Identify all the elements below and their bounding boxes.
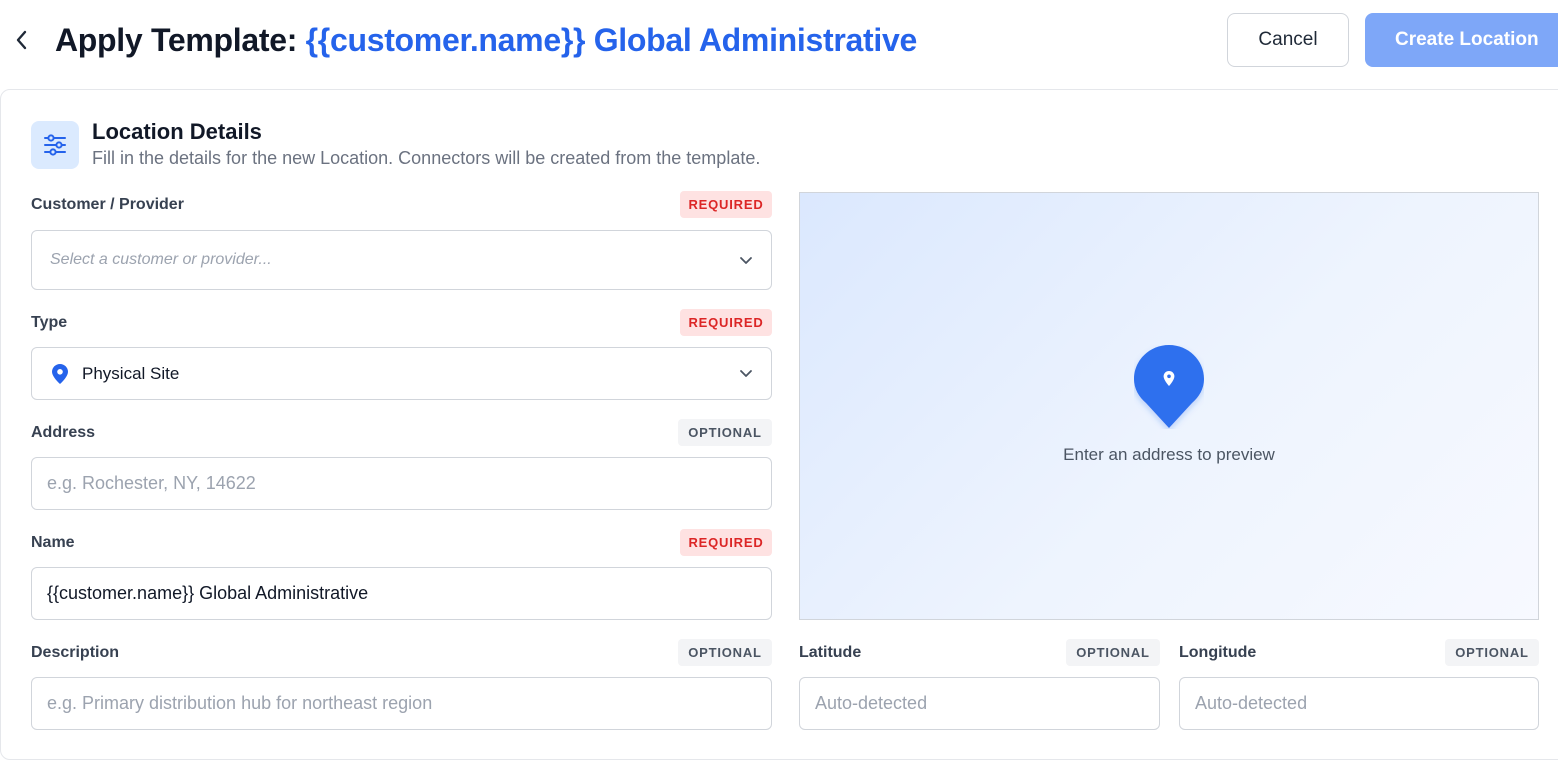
- required-badge: REQUIRED: [680, 191, 772, 218]
- create-location-button[interactable]: Create Location: [1365, 13, 1558, 67]
- chevron-down-icon: [739, 367, 753, 381]
- location-details-card: Location Details Fill in the details for…: [0, 89, 1558, 760]
- type-value: Physical Site: [82, 363, 180, 383]
- title-template-name: {{customer.name}} Global Administrative: [305, 22, 918, 58]
- chevron-left-icon: [16, 30, 27, 50]
- map-hint: Enter an address to preview: [1063, 445, 1275, 464]
- address-input[interactable]: [31, 457, 772, 510]
- type-label: Type: [31, 314, 68, 331]
- title-prefix: Apply Template:: [55, 22, 306, 58]
- section-subtitle: Fill in the details for the new Location…: [92, 148, 761, 168]
- back-button[interactable]: [8, 24, 34, 56]
- optional-badge: OPTIONAL: [678, 419, 772, 446]
- name-value: {{customer.name}} Global Administrative: [47, 583, 369, 603]
- type-select[interactable]: Physical Site: [31, 347, 772, 400]
- name-input[interactable]: {{customer.name}} Global Administrative: [31, 567, 772, 620]
- section-title: Location Details: [92, 119, 262, 144]
- map-pin-icon: [1134, 345, 1204, 428]
- address-label: Address: [31, 424, 96, 441]
- map-preview: Enter an address to preview: [799, 192, 1539, 620]
- longitude-input[interactable]: [1179, 677, 1539, 730]
- customer-placeholder: Select a customer or provider...: [50, 251, 272, 268]
- page-title: Apply Template: {{customer.name}} Global…: [55, 20, 917, 60]
- page-header: Apply Template: {{customer.name}} Global…: [0, 0, 1558, 82]
- longitude-label: Longitude: [1179, 644, 1257, 661]
- cancel-button[interactable]: Cancel: [1227, 13, 1349, 67]
- latitude-input[interactable]: [799, 677, 1160, 730]
- required-badge: REQUIRED: [680, 309, 772, 336]
- customer-label: Customer / Provider: [31, 196, 184, 213]
- name-label: Name: [31, 534, 75, 551]
- description-label: Description: [31, 644, 120, 661]
- optional-badge: OPTIONAL: [1445, 639, 1539, 666]
- optional-badge: OPTIONAL: [678, 639, 772, 666]
- map-pin-icon: [52, 363, 68, 384]
- optional-badge: OPTIONAL: [1066, 639, 1160, 666]
- chevron-down-icon: [739, 253, 753, 267]
- latitude-label: Latitude: [799, 644, 862, 661]
- required-badge: REQUIRED: [680, 529, 772, 556]
- description-input[interactable]: [31, 677, 772, 730]
- sliders-icon: [31, 121, 79, 169]
- customer-select[interactable]: Select a customer or provider...: [31, 230, 772, 290]
